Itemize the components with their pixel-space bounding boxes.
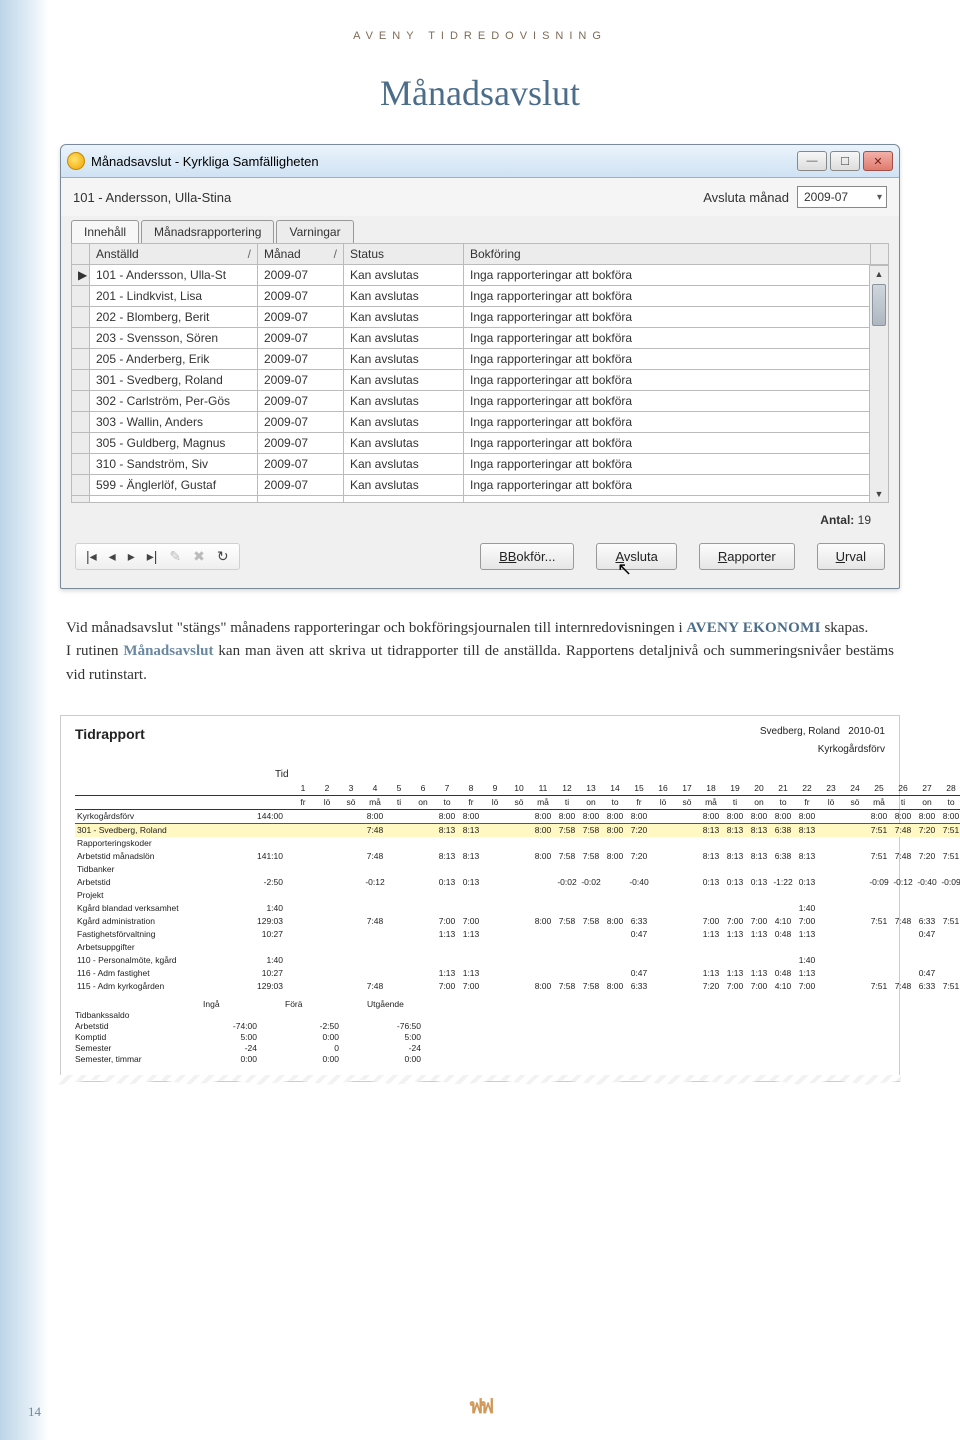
balance-row: Semester, timmar0:000:000:00 [75, 1054, 885, 1064]
nav-next-icon[interactable]: ▸ [128, 548, 135, 565]
table-row[interactable]: 303 - Wallin, Anders2009-07Kan avslutasI… [72, 412, 889, 433]
report-row: Arbetstid-2:50-0:120:130:13-0:02-0:02-0:… [75, 876, 960, 889]
col-manad[interactable]: Månad/ [258, 244, 344, 265]
minimize-button[interactable]: — [797, 151, 827, 171]
body-paragraph: Vid månadsavslut "stängs" månadens rappo… [66, 617, 894, 687]
month-value: 2009-07 [804, 190, 848, 204]
scroll-up-icon[interactable]: ▲ [870, 266, 888, 282]
table-row[interactable]: 599 - Änglerlöf, Gustaf2009-07Kan avslut… [72, 475, 889, 496]
tab-innehall[interactable]: Innehåll [71, 220, 139, 243]
table-row[interactable]: 305 - Guldberg, Magnus2009-07Kan avsluta… [72, 433, 889, 454]
running-header: AVENY TIDREDOVISNING [60, 30, 900, 42]
report-row: 115 - Adm kyrkogården129:037:487:007:008… [75, 980, 960, 993]
gutter-header [72, 244, 90, 265]
table-row[interactable]: 205 - Anderberg, Erik2009-07Kan avslutas… [72, 349, 889, 370]
current-employee: 101 - Andersson, Ulla-Stina [73, 190, 703, 205]
tid-header: Tid [275, 769, 885, 780]
report-period: 2010-01 [848, 726, 885, 737]
report-employee: Svedberg, Roland [760, 726, 840, 737]
report-row: Kyrkogårdsförv144:008:008:008:008:008:00… [75, 809, 960, 823]
report-row: Kgård administration129:037:487:007:008:… [75, 915, 960, 928]
footer-logo-icon: ฟฟ [469, 1390, 491, 1422]
report-table: 1234567891011121314151617181920212223242… [75, 782, 960, 993]
app-icon [67, 152, 85, 170]
report-row: 301 - Svedberg, Roland7:488:138:138:007:… [75, 823, 960, 837]
report-row: Projekt [75, 889, 960, 902]
tidrapport: Tidrapport Svedberg, Roland 2010-01 Kyrk… [60, 715, 900, 1082]
table-row[interactable]: ▶101 - Andersson, Ulla-St2009-07Kan avsl… [72, 265, 889, 286]
table-row[interactable]: 302 - Carlström, Per-Gös2009-07Kan avslu… [72, 391, 889, 412]
report-unit: Kyrkogårdsförv [75, 744, 885, 755]
report-row: Arbetstid månadslön141:107:488:138:138:0… [75, 850, 960, 863]
col-bokforing[interactable]: Bokföring [464, 244, 871, 265]
bokfor-button[interactable]: BBokför...Bokför... [480, 543, 574, 570]
rapporter-button[interactable]: Rapporter [699, 543, 795, 570]
nav-first-icon[interactable]: |◂ [86, 548, 97, 565]
report-row: 110 - Personalmöte, kgård1:401:40 [75, 954, 960, 967]
month-combobox[interactable]: 2009-07 [797, 186, 887, 208]
report-row: 116 - Adm fastighet10:271:131:130:471:13… [75, 967, 960, 980]
nav-prev-icon[interactable]: ◂ [109, 548, 116, 565]
balance-block: Ingå Förä Utgående Tidbankssaldo Arbetst… [75, 999, 885, 1064]
balance-row: Arbetstid-74:00-2:50-76:50 [75, 1021, 885, 1031]
nav-edit-icon: ✎ [169, 548, 181, 565]
tab-manadsrapportering[interactable]: Månadsrapportering [141, 220, 274, 243]
table-row[interactable]: 201 - Lindkvist, Lisa2009-07Kan avslutas… [72, 286, 889, 307]
tab-varningar[interactable]: Varningar [276, 220, 353, 243]
window-title: Månadsavslut - Kyrkliga Samfälligheten [91, 154, 797, 169]
scroll-header [871, 244, 889, 265]
scroll-down-icon[interactable]: ▼ [870, 486, 888, 502]
table-row[interactable]: 202 - Blomberg, Berit2009-07Kan avslutas… [72, 307, 889, 328]
close-button[interactable]: ✕ [863, 151, 893, 171]
page-number: 14 [28, 1404, 41, 1420]
balance-row: Tidbankssaldo [75, 1010, 885, 1020]
toolbar: |◂ ◂ ▸ ▸| ✎ ✖ ↻ BBokför...Bokför... Avsl… [61, 533, 899, 588]
col-anstalld[interactable]: Anställd/ [90, 244, 258, 265]
table-row[interactable]: 310 - Sandström, Siv2009-07Kan avslutasI… [72, 454, 889, 475]
employee-grid[interactable]: Anställd/ Månad/ Status Bokföring ▶101 -… [71, 243, 889, 503]
torn-edge [59, 1075, 901, 1085]
col-status[interactable]: Status [344, 244, 464, 265]
table-row[interactable]: 203 - Svensson, Sören2009-07Kan avslutas… [72, 328, 889, 349]
close-month-label: Avsluta månad [703, 190, 789, 205]
report-row: Rapporteringskoder [75, 837, 960, 850]
scroll-thumb[interactable] [872, 284, 886, 326]
grid-footer: Antal: 19 [61, 509, 899, 533]
nav-refresh-icon[interactable]: ↻ [217, 548, 229, 565]
urval-button[interactable]: Urval [817, 543, 885, 570]
table-row[interactable]: 301 - Svedberg, Roland2009-07Kan avsluta… [72, 370, 889, 391]
maximize-button[interactable]: ☐ [830, 151, 860, 171]
vertical-scrollbar[interactable]: ▲ ▼ [869, 265, 889, 503]
report-row: Arbetsuppgifter [75, 941, 960, 954]
balance-row: Komptid5:000:005:00 [75, 1032, 885, 1042]
manadsavslut-window: Månadsavslut - Kyrkliga Samfälligheten —… [60, 144, 900, 589]
nav-last-icon[interactable]: ▸| [147, 548, 158, 565]
record-navigator[interactable]: |◂ ◂ ▸ ▸| ✎ ✖ ↻ [75, 543, 240, 570]
title-bar[interactable]: Månadsavslut - Kyrkliga Samfälligheten —… [61, 145, 899, 178]
report-row: Kgård blandad verksamhet1:401:40 [75, 902, 960, 915]
page-title: Månadsavslut [60, 72, 900, 114]
nav-delete-icon: ✖ [193, 548, 205, 565]
tab-strip: Innehåll Månadsrapportering Varningar [61, 220, 899, 243]
balance-row: Semester-240-24 [75, 1043, 885, 1053]
report-row: Fastighetsförvaltning10:271:131:130:471:… [75, 928, 960, 941]
report-title: Tidrapport [75, 726, 145, 742]
avsluta-button[interactable]: Avsluta [596, 543, 676, 570]
report-row: Tidbanker [75, 863, 960, 876]
